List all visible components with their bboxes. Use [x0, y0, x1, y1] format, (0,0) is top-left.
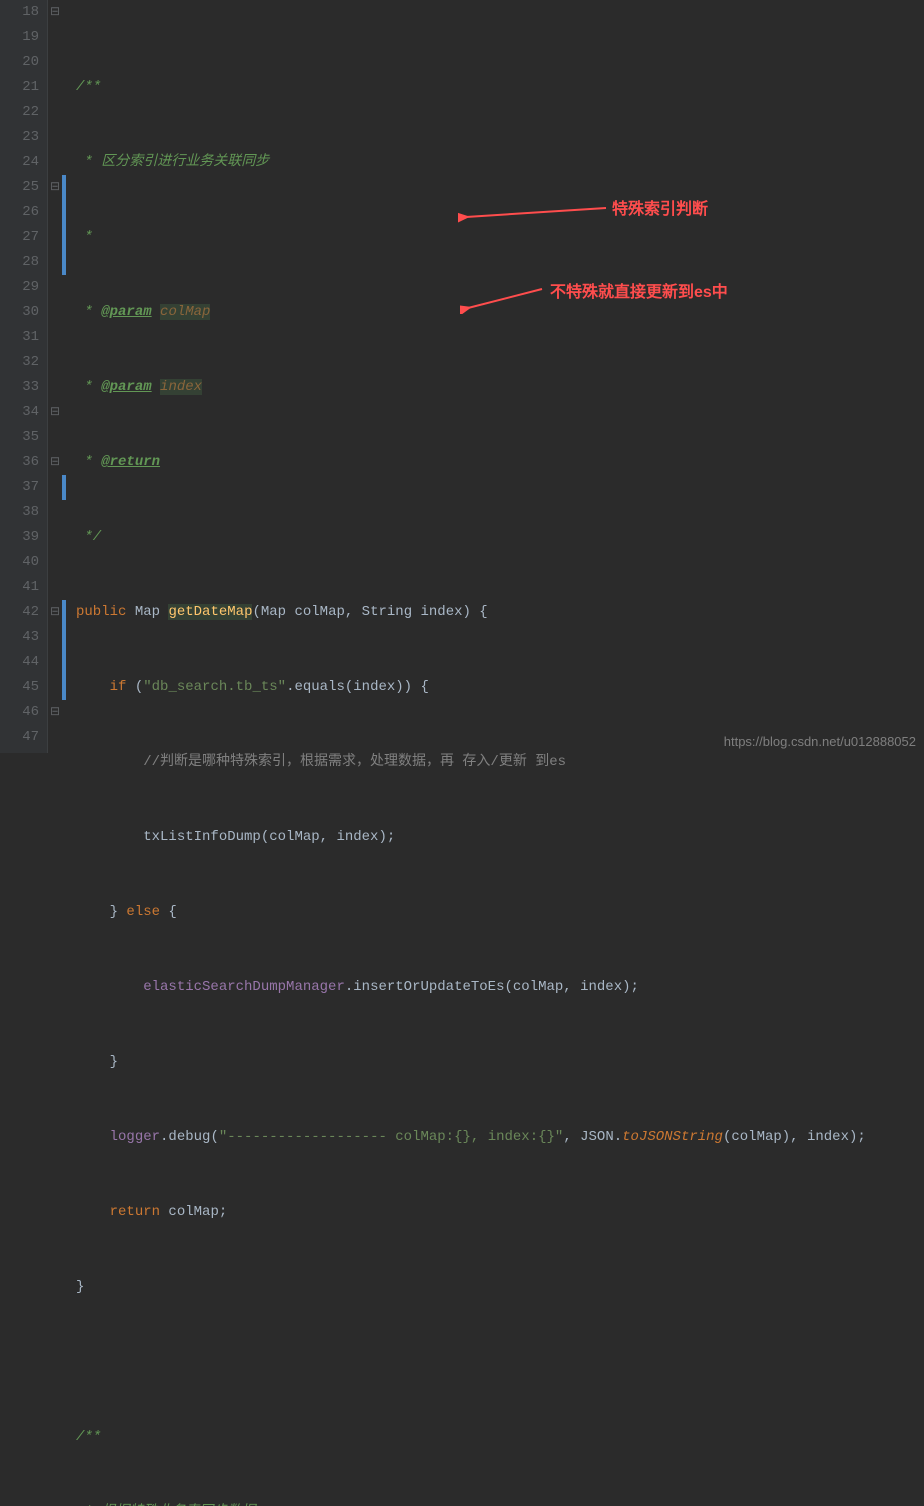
code-editor[interactable]: 1819202122232425262728293031323334353637…: [0, 0, 924, 753]
line-number: 24: [0, 150, 39, 175]
fold-marker-icon: [48, 325, 62, 350]
fold-marker-icon: [48, 25, 62, 50]
line-number: 35: [0, 425, 39, 450]
doc-close: */: [84, 529, 101, 545]
line-number: 42: [0, 600, 39, 625]
kw-if: if: [110, 679, 127, 695]
line-number: 31: [0, 325, 39, 350]
doc-desc: 根据特殊业务表同步数据: [101, 1504, 255, 1506]
type: Map: [135, 604, 160, 620]
line-number: 26: [0, 200, 39, 225]
method-sig: (Map colMap, String index) {: [252, 604, 487, 620]
line-number: 27: [0, 225, 39, 250]
fold-marker-icon[interactable]: ⊟: [48, 600, 62, 625]
fold-marker-icon[interactable]: ⊟: [48, 0, 62, 25]
line-number: 34: [0, 400, 39, 425]
field-ref: logger: [110, 1129, 160, 1145]
doc-star: *: [84, 229, 92, 245]
line-number: 44: [0, 650, 39, 675]
line-number: 36: [0, 450, 39, 475]
fold-marker-icon: [48, 150, 62, 175]
fold-marker-icon: [48, 675, 62, 700]
brace-close: }: [110, 1054, 118, 1070]
line-number: 21: [0, 75, 39, 100]
fold-marker-icon: [48, 225, 62, 250]
line-comment: //判断是哪种特殊索引，根据需求，处理数据，再 存入/更新 到es: [143, 754, 566, 770]
string-literal: "------------------- colMap:{}, index:{}…: [219, 1129, 563, 1145]
line-number: 37: [0, 475, 39, 500]
fold-marker-icon: [48, 650, 62, 675]
fold-marker-icon: [48, 300, 62, 325]
line-number: 18: [0, 0, 39, 25]
fold-marker-icon: [48, 500, 62, 525]
fold-marker-icon[interactable]: ⊟: [48, 175, 62, 200]
fold-marker-icon: [48, 125, 62, 150]
line-number: 39: [0, 525, 39, 550]
line-number: 22: [0, 100, 39, 125]
field-ref: elasticSearchDumpManager: [143, 979, 345, 995]
line-number: 30: [0, 300, 39, 325]
fold-marker-icon: [48, 575, 62, 600]
line-number: 33: [0, 375, 39, 400]
fold-marker-icon: [48, 425, 62, 450]
static-method: toJSONString: [622, 1129, 723, 1145]
code-area[interactable]: /** * 区分索引进行业务关联同步 * * @param colMap * @…: [66, 0, 924, 753]
fold-marker-icon: [48, 200, 62, 225]
kw-else: else: [126, 904, 160, 920]
equals-call: .equals(index)) {: [286, 679, 429, 695]
line-number: 25: [0, 175, 39, 200]
param-name: colMap: [160, 304, 210, 320]
fold-marker-icon: [48, 250, 62, 275]
line-number: 19: [0, 25, 39, 50]
param-tag: @param: [101, 379, 151, 395]
fold-marker-icon: [48, 375, 62, 400]
line-number: 46: [0, 700, 39, 725]
doc-open: /**: [76, 79, 101, 95]
method-call: .insertOrUpdateToEs(colMap, index);: [345, 979, 639, 995]
line-number: 29: [0, 275, 39, 300]
fold-marker-icon: [48, 75, 62, 100]
fold-column[interactable]: ⊟ ⊟ ⊟ ⊟ ⊟ ⊟: [48, 0, 62, 753]
string-literal: "db_search.tb_ts": [143, 679, 286, 695]
fold-marker-icon: [48, 350, 62, 375]
fold-marker-icon[interactable]: ⊟: [48, 400, 62, 425]
doc-open: /**: [76, 1429, 101, 1445]
fold-marker-icon[interactable]: ⊟: [48, 450, 62, 475]
fold-marker-icon: [48, 525, 62, 550]
brace-close: }: [76, 1279, 84, 1295]
line-number: 38: [0, 500, 39, 525]
line-number: 28: [0, 250, 39, 275]
line-number: 43: [0, 625, 39, 650]
kw-return: return: [110, 1204, 160, 1220]
param-name: index: [160, 379, 202, 395]
method-call: txListInfoDump(colMap, index);: [143, 829, 395, 845]
watermark: https://blog.csdn.net/u012888052: [724, 734, 916, 749]
line-number: 32: [0, 350, 39, 375]
line-number: 47: [0, 725, 39, 750]
line-number: 41: [0, 575, 39, 600]
fold-marker-icon: [48, 475, 62, 500]
fold-marker-icon: [48, 725, 62, 750]
kw-public: public: [76, 604, 126, 620]
doc-star: *: [84, 154, 92, 170]
line-number: 45: [0, 675, 39, 700]
fold-marker-icon[interactable]: ⊟: [48, 700, 62, 725]
line-number: 40: [0, 550, 39, 575]
line-number: 20: [0, 50, 39, 75]
fold-marker-icon: [48, 275, 62, 300]
param-tag: @param: [101, 304, 151, 320]
fold-marker-icon: [48, 100, 62, 125]
return-tag: @return: [101, 454, 160, 470]
method-name: getDateMap: [168, 604, 252, 620]
line-number: 23: [0, 125, 39, 150]
doc-desc: 区分索引进行业务关联同步: [101, 154, 269, 170]
fold-marker-icon: [48, 50, 62, 75]
fold-marker-icon: [48, 625, 62, 650]
line-number-gutter: 1819202122232425262728293031323334353637…: [0, 0, 48, 753]
fold-marker-icon: [48, 550, 62, 575]
